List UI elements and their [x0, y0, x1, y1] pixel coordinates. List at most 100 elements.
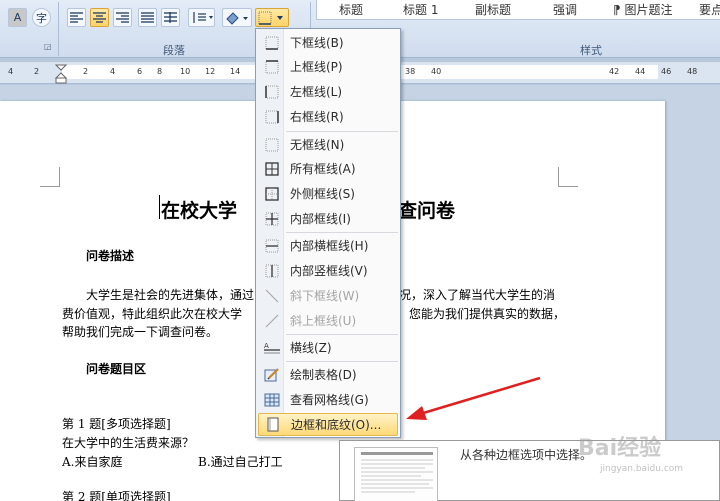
ruler-number: 2 [34, 67, 40, 76]
menu-item-view-gridlines[interactable]: 查看网格线(G) [258, 388, 398, 411]
inside-borders-icon [261, 210, 283, 228]
draw-table-icon [261, 366, 283, 384]
indent-marker-icon[interactable] [55, 64, 67, 84]
annotation-arrow-icon [406, 376, 541, 420]
menu-item-no-border[interactable]: 无框线(N) [258, 133, 398, 156]
tooltip-thumbnail [354, 447, 438, 501]
paragraph-line[interactable]: 帮助我们完成一下调查问卷。 [62, 323, 218, 340]
shading-button[interactable] [222, 8, 252, 27]
menu-item-diagonal-down[interactable]: 斜下框线(W) [258, 284, 398, 307]
inside-vertical-border-icon [261, 262, 283, 280]
right-border-icon [261, 108, 283, 126]
menu-item-label: 右框线(R) [290, 110, 344, 124]
bottom-border-icon [261, 34, 283, 52]
menu-item-label: 所有框线(A) [290, 162, 356, 176]
style-caption[interactable]: ⁋ 图片题注 [613, 1, 672, 18]
borders-button[interactable] [255, 8, 289, 27]
menu-item-label: 外侧框线(S) [290, 187, 355, 201]
menu-item-label: 无框线(N) [290, 138, 345, 152]
ruler-number: 48 [687, 67, 698, 76]
distributed-button[interactable] [161, 8, 180, 27]
distributed-icon [164, 12, 177, 23]
align-right-button[interactable] [113, 8, 132, 27]
line-spacing-icon [192, 12, 213, 23]
document-title-left[interactable]: 在校大学 [161, 196, 237, 223]
menu-item-top-border[interactable]: 上框线(P) [258, 55, 398, 78]
paint-bucket-icon [226, 11, 248, 25]
style-emphasis[interactable]: 强调 [553, 1, 577, 18]
menu-item-inside-horizontal[interactable]: 内部横框线(H) [258, 234, 398, 257]
ruler-number: 8 [157, 67, 163, 76]
paragraph-line[interactable]: 费价值观，特此组织此次在校大学 [62, 305, 242, 322]
menu-item-inside-borders[interactable]: 内部框线(I) [258, 207, 398, 230]
menu-item-label: 斜上框线(U) [290, 314, 357, 328]
justify-button[interactable] [138, 8, 157, 27]
align-center-button[interactable] [90, 8, 109, 27]
question-option[interactable]: A.来自家庭 [62, 453, 122, 470]
section-heading[interactable]: 问卷描述 [86, 247, 134, 264]
borders-dropdown-menu: 下框线(B) 上框线(P) 左框线(L) 右框线(R) 无框线(N) 所有框线(… [255, 28, 401, 438]
menu-item-label: 查看网格线(G) [290, 393, 369, 407]
ruler-number: 42 [609, 67, 620, 76]
ruler-number: 14 [230, 67, 241, 76]
menu-separator [286, 232, 398, 233]
paragraph-line[interactable]: 大学生是社会的先进集体，通过 [86, 286, 254, 303]
font-color-button[interactable]: A [8, 8, 27, 27]
no-border-icon [261, 136, 283, 154]
align-left-icon [70, 12, 83, 23]
question-title[interactable]: 第 2 题[单项选择题] [62, 488, 171, 501]
style-caption-label: 图片题注 [624, 3, 673, 17]
align-right-icon [116, 12, 129, 23]
menu-item-diagonal-up[interactable]: 斜上框线(U) [258, 309, 398, 332]
enclosed-character-button[interactable]: 字 [32, 8, 51, 27]
menu-item-inside-vertical[interactable]: 内部竖框线(V) [258, 259, 398, 282]
view-gridlines-icon [261, 391, 283, 409]
watermark-logo: Bai经验 [578, 436, 662, 461]
ruler-number: 4 [110, 67, 116, 76]
menu-item-label: 斜下框线(W) [290, 289, 360, 303]
svg-text:A: A [264, 342, 269, 350]
menu-separator [286, 131, 398, 132]
ruler-number: 44 [635, 67, 646, 76]
borders-shading-icon [262, 416, 284, 434]
align-left-button[interactable] [67, 8, 86, 27]
tooltip-text: 从各种边框选项中选择。 [460, 448, 593, 462]
menu-item-draw-table[interactable]: 绘制表格(D) [258, 363, 398, 386]
inside-horizontal-border-icon [261, 237, 283, 255]
page-corner-mark [40, 167, 60, 187]
diagonal-down-border-icon [261, 287, 283, 305]
menu-item-right-border[interactable]: 右框线(R) [258, 105, 398, 128]
menu-item-label: 绘制表格(D) [290, 368, 357, 382]
text-cursor [159, 195, 160, 219]
style-subtitle[interactable]: 副标题 [475, 1, 511, 18]
menu-item-all-borders[interactable]: 所有框线(A) [258, 157, 398, 180]
document-title-right[interactable]: 查问卷 [398, 196, 455, 223]
section-heading[interactable]: 问卷题目区 [86, 360, 146, 377]
paragraph-dialog-launcher[interactable]: ◲ [44, 42, 52, 51]
diagonal-up-border-icon [261, 312, 283, 330]
menu-item-label: 左框线(L) [290, 85, 343, 99]
menu-item-borders-shading[interactable]: 边框和底纹(O)... [258, 413, 398, 436]
question-text[interactable]: 在大学中的生活费来源？ [62, 434, 194, 451]
horizontal-line-icon: A [261, 339, 283, 357]
question-option[interactable]: B.通过自己打工 [198, 453, 283, 470]
line-spacing-button[interactable] [188, 8, 215, 27]
style-heading[interactable]: 标题 [339, 1, 363, 18]
menu-item-left-border[interactable]: 左框线(L) [258, 80, 398, 103]
menu-item-bottom-border[interactable]: 下框线(B) [258, 31, 398, 54]
top-border-icon [261, 58, 283, 76]
paragraph-line[interactable]: 况，深入了解当代大学生的消 [399, 286, 555, 303]
menu-item-outside-borders[interactable]: 外侧框线(S) [258, 182, 398, 205]
ruler-number: 38 [405, 67, 416, 76]
justify-icon [141, 12, 154, 23]
question-title[interactable]: 第 1 题[多项选择题] [62, 415, 171, 432]
menu-separator [286, 334, 398, 335]
style-key-point[interactable]: 要点 [699, 1, 720, 18]
style-heading-1[interactable]: 标题 1 [403, 1, 438, 18]
paragraph-line[interactable]: 您能为我们提供真实的数据， [409, 305, 565, 322]
menu-item-label: 边框和底纹(O)... [291, 418, 382, 432]
watermark-url: jingyan.baidu.com [600, 464, 684, 474]
menu-item-horizontal-line[interactable]: A 横线(Z) [258, 336, 398, 359]
ruler-number: 2 [83, 67, 89, 76]
ruler-number: 12 [205, 67, 216, 76]
